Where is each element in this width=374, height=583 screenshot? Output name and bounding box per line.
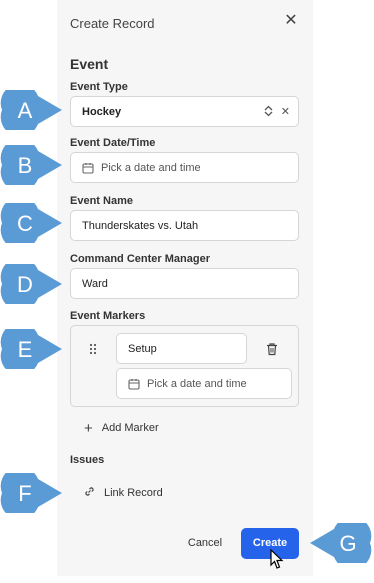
chevron-up-down-icon[interactable] [264,105,273,120]
callout-d: D [0,257,62,311]
callout-g-label: G [339,531,356,556]
event-type-select[interactable]: Hockey ✕ [70,96,299,127]
dialog-title: Create Record [70,16,155,31]
event-datetime-picker[interactable]: Pick a date and time [70,152,299,183]
marker-datetime-placeholder: Pick a date and time [147,377,247,390]
manager-label: Command Center Manager [70,253,210,265]
callout-f-label: F [18,481,31,506]
callout-d-label: D [17,272,33,297]
callout-f: F [0,466,62,520]
event-name-label: Event Name [70,195,133,207]
event-type-value: Hockey [82,105,122,118]
callout-a: A [0,83,62,137]
trash-icon[interactable] [265,342,279,356]
event-datetime-placeholder: Pick a date and time [101,161,201,174]
clear-icon[interactable]: ✕ [281,105,290,120]
event-name-value: Thunderskates vs. Utah [82,219,199,232]
event-type-label: Event Type [70,81,128,93]
callout-c-label: C [17,211,33,236]
callout-g: G [310,516,372,570]
manager-value: Ward [82,277,108,290]
stage: Create Record ✕ Event Event Type Hockey … [0,0,374,583]
calendar-icon [82,162,94,174]
callout-c: C [0,196,62,250]
cancel-button[interactable]: Cancel [180,533,230,553]
mouse-cursor-icon [270,548,286,571]
event-name-input[interactable]: Thunderskates vs. Utah [70,210,299,241]
manager-input[interactable]: Ward [70,268,299,299]
marker-name-input[interactable]: Setup [116,333,247,364]
section-title: Event [70,56,109,72]
close-icon[interactable]: ✕ [283,13,299,29]
add-marker-button[interactable]: + Add Marker [84,419,159,437]
event-markers-label: Event Markers [70,310,146,322]
link-record-button[interactable]: Link Record [84,486,163,500]
callout-b-label: B [18,153,33,178]
add-marker-label: Add Marker [101,422,159,434]
marker-name-value: Setup [128,342,157,355]
link-record-label: Link Record [104,487,163,499]
marker-datetime-picker[interactable]: Pick a date and time [116,368,292,399]
callout-e-label: E [18,337,33,362]
callout-a-label: A [18,98,33,123]
event-datetime-label: Event Date/Time [70,137,156,149]
plus-icon: + [84,419,93,437]
callout-b: B [0,138,62,192]
callout-e: E [0,322,62,376]
drag-handle-icon[interactable] [89,343,99,355]
calendar-icon [128,378,140,390]
issues-label: Issues [70,454,105,466]
link-icon [84,486,95,500]
